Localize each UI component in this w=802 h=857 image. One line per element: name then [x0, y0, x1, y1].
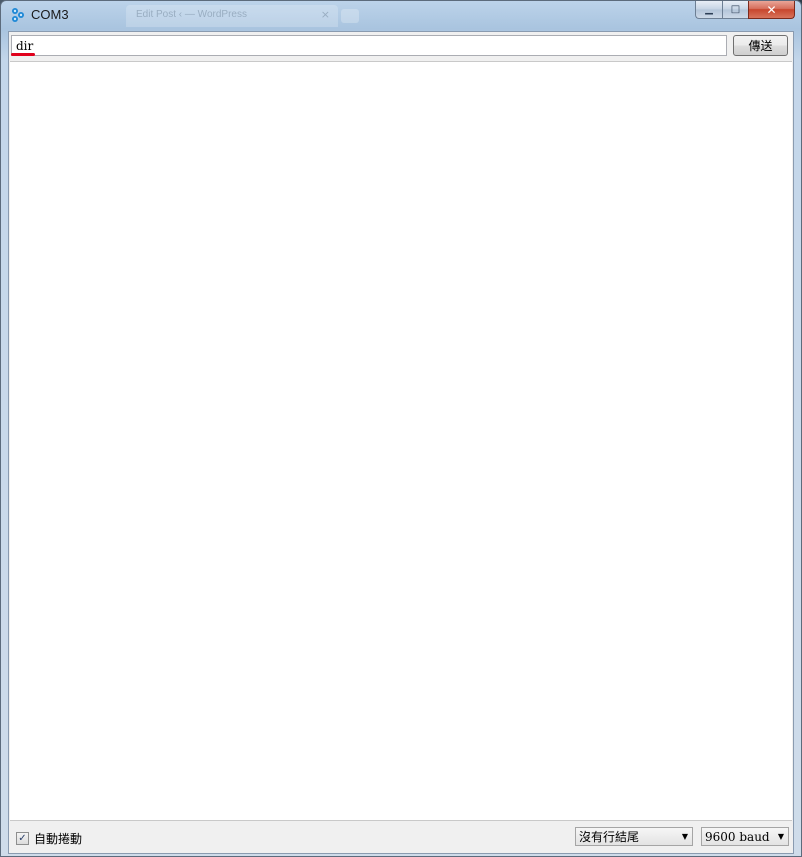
title-bar[interactable]: COM3 Edit Post ‹ — WordPress × ▁ □ ✕: [1, 1, 801, 31]
autoscroll-checkbox[interactable]: ✓: [16, 832, 29, 845]
maximize-button[interactable]: □: [722, 1, 748, 19]
command-input[interactable]: [11, 35, 727, 56]
serial-output[interactable]: [10, 61, 792, 821]
chevron-down-icon: ▼: [681, 832, 688, 841]
chevron-down-icon: ▼: [777, 832, 784, 841]
background-tab-title: Edit Post ‹ — WordPress: [136, 9, 247, 20]
window-controls: ▁ □ ✕: [695, 1, 795, 20]
autoscroll-label: 自動捲動: [34, 832, 83, 846]
autoscroll-toggle[interactable]: ✓ 自動捲動: [16, 830, 82, 847]
background-new-tab: [341, 9, 359, 23]
serial-monitor-content: 傳送 ✓ 自動捲動 沒有行結尾 ▼ 9600 baud ▼: [8, 31, 794, 854]
background-tab-close-icon: ×: [320, 8, 330, 21]
close-button[interactable]: ✕: [748, 1, 795, 19]
minimize-icon: ▁: [705, 4, 713, 15]
line-ending-select[interactable]: 沒有行結尾 ▼: [575, 827, 693, 846]
minimize-button[interactable]: ▁: [695, 1, 722, 19]
send-button[interactable]: 傳送: [733, 35, 788, 56]
window-title: COM3: [31, 7, 69, 22]
status-bar: ✓ 自動捲動 沒有行結尾 ▼ 9600 baud ▼: [9, 821, 793, 853]
background-tab: Edit Post ‹ — WordPress ×: [126, 5, 338, 27]
close-icon: ✕: [766, 2, 777, 17]
checkmark-icon: ✓: [18, 832, 27, 844]
annotation-underline: [11, 53, 35, 56]
serial-monitor-window: COM3 Edit Post ‹ — WordPress × ▁ □ ✕ 傳送: [0, 0, 802, 857]
maximize-icon: □: [730, 4, 741, 15]
line-ending-value: 沒有行結尾: [579, 830, 640, 844]
baud-rate-value: 9600 baud: [705, 829, 770, 844]
baud-rate-select[interactable]: 9600 baud ▼: [701, 827, 789, 846]
serial-monitor-icon: [12, 8, 24, 22]
